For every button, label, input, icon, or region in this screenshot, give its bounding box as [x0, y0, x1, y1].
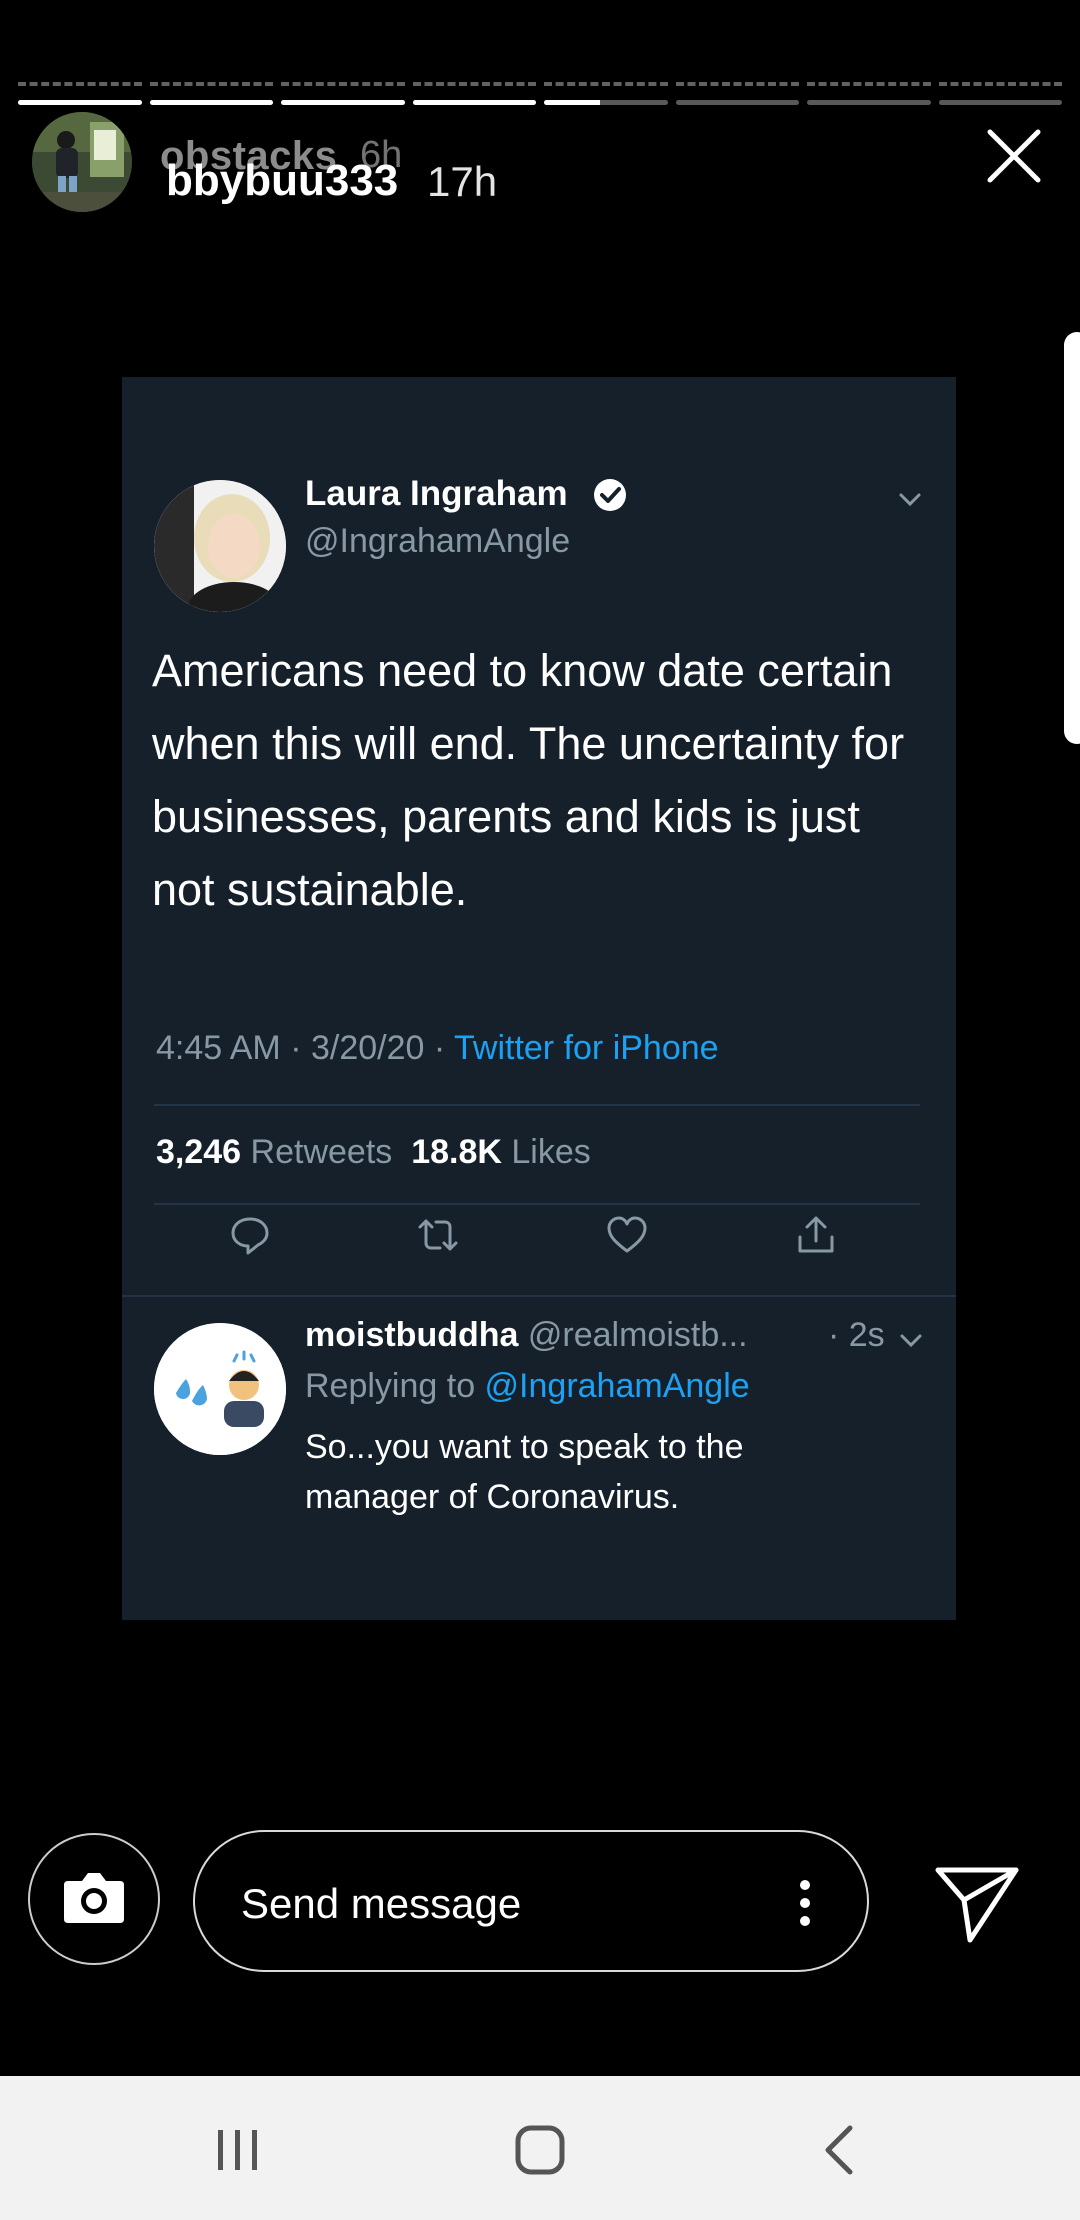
tweet-author-handle: @IngrahamAngle — [305, 522, 571, 560]
more-vertical-icon[interactable] — [797, 1878, 813, 1928]
story-progress-segment — [938, 100, 1062, 105]
camera-icon — [64, 1873, 124, 1923]
verified-badge-icon — [594, 479, 626, 511]
tweet-screenshot: Laura Ingraham @IngrahamAngle Americans … — [122, 377, 956, 1620]
reply-icon — [231, 1217, 269, 1255]
reply-author-handle: @realmoistb... — [527, 1316, 748, 1354]
retweet-count: 3,246 — [156, 1133, 242, 1171]
send-button[interactable] — [932, 1860, 1022, 1946]
reply-author-name: moistbuddha — [305, 1316, 519, 1354]
reply-time: · 2s — [828, 1316, 885, 1354]
close-icon — [987, 129, 1041, 183]
story-progress-bars — [18, 100, 1062, 105]
chevron-down-icon — [900, 1334, 922, 1348]
camera-button[interactable] — [28, 1833, 160, 1965]
story-progress-fill — [412, 100, 536, 105]
divider — [122, 1295, 956, 1297]
story-progress-fill — [544, 100, 600, 105]
recent-apps-icon — [218, 2130, 257, 2170]
tweet-action-bar — [122, 1195, 956, 1275]
story-timestamp: 17h — [427, 158, 498, 205]
home-icon — [515, 2125, 565, 2175]
story-progress-segment — [281, 100, 405, 105]
tweet-timestamp: 4:45 AM · 3/20/20 · — [156, 1029, 454, 1067]
previous-progress-bars — [18, 82, 1062, 86]
send-message-input[interactable]: Send message — [193, 1830, 869, 1972]
reply-header: moistbuddha @realmoistb... · 2s — [305, 1316, 885, 1355]
send-icon — [935, 1867, 1019, 1943]
replying-label: Replying to — [305, 1367, 485, 1405]
like-label: Likes — [511, 1133, 591, 1171]
story-viewer[interactable]: obstacks 6h bbybuu333 17h Laura Ingraham… — [0, 0, 1080, 2220]
story-progress-segment — [675, 100, 799, 105]
story-progress-fill — [281, 100, 405, 105]
send-message-placeholder: Send message — [241, 1880, 522, 1927]
retweet-icon — [418, 1219, 458, 1251]
divider — [154, 1104, 920, 1106]
chevron-down-icon — [899, 493, 921, 507]
story-progress-segment — [149, 100, 273, 105]
reply-text: So...you want to speak to the manager of… — [305, 1428, 744, 1516]
tweet-author-name: Laura Ingraham — [305, 474, 568, 513]
story-progress-segment — [807, 100, 931, 105]
tweet-text: Americans need to know date certain when… — [152, 645, 905, 915]
home-button[interactable] — [510, 2120, 570, 2180]
reply-author-avatar — [154, 1323, 286, 1455]
tweet-author-avatar — [154, 480, 286, 612]
recent-apps-button[interactable] — [208, 2120, 268, 2180]
replying-mention: @IngrahamAngle — [484, 1367, 750, 1405]
avatar[interactable] — [32, 112, 132, 212]
back-icon — [825, 2125, 853, 2175]
story-progress-fill — [149, 100, 273, 105]
story-username[interactable]: bbybuu333 — [166, 156, 398, 206]
system-navigation-bar — [0, 2076, 1080, 2220]
close-button[interactable] — [984, 126, 1044, 186]
tweet-stats: 3,246 Retweets 18.8K Likes — [156, 1133, 591, 1172]
story-progress-segment — [544, 100, 668, 105]
story-progress-fill — [18, 100, 142, 105]
reply-context: Replying to @IngrahamAngle — [305, 1367, 750, 1406]
story-progress-segment — [412, 100, 536, 105]
tweet-source: Twitter for iPhone — [454, 1029, 719, 1067]
side-panel-handle[interactable] — [1064, 332, 1080, 744]
retweet-label: Retweets — [250, 1133, 393, 1171]
tweet-meta: 4:45 AM · 3/20/20 · Twitter for iPhone — [156, 1029, 719, 1068]
like-icon — [607, 1216, 647, 1253]
back-button[interactable] — [812, 2120, 872, 2180]
like-count: 18.8K — [411, 1133, 502, 1171]
story-progress-segment — [18, 100, 142, 105]
share-icon — [798, 1216, 834, 1253]
